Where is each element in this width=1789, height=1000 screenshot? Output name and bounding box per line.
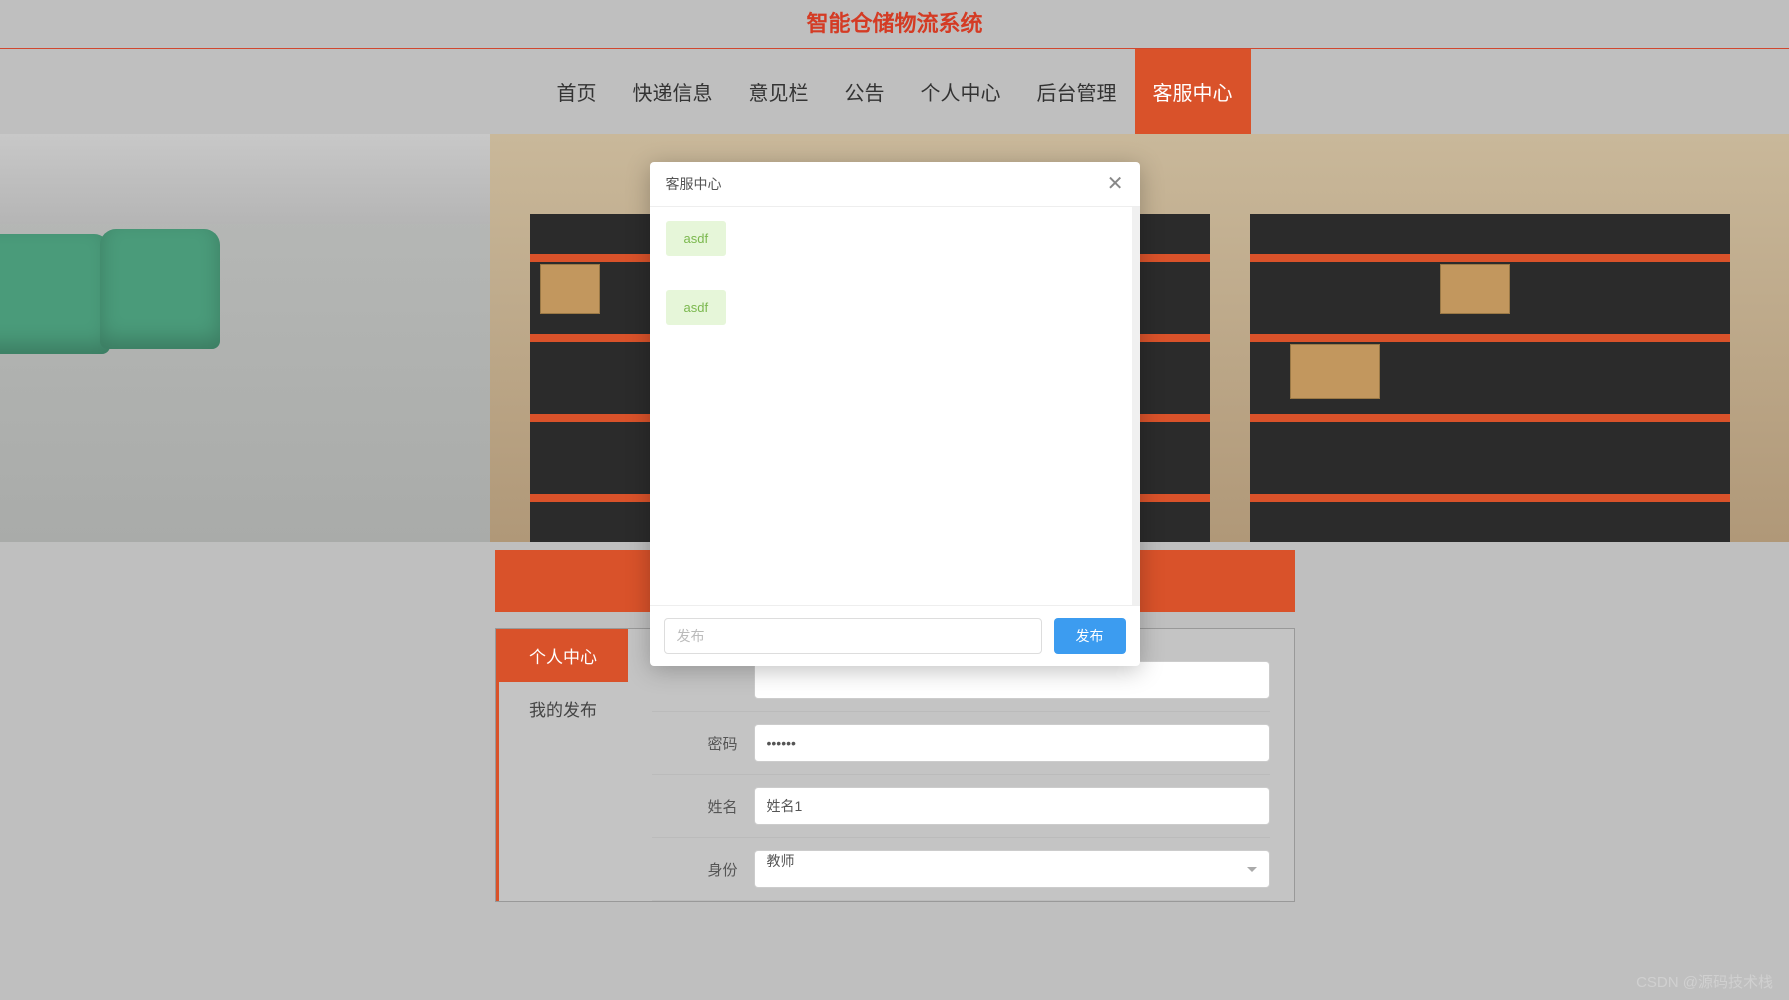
chat-modal: 客服中心 ✕ asdf asdf 发布 [650, 162, 1140, 666]
scrollbar[interactable] [1132, 207, 1140, 605]
send-button[interactable]: 发布 [1054, 618, 1126, 654]
modal-overlay: 客服中心 ✕ asdf asdf 发布 [0, 0, 1789, 1000]
chat-message: asdf [666, 221, 727, 256]
chat-body: asdf asdf [650, 207, 1140, 605]
chat-input[interactable] [664, 618, 1042, 654]
modal-title: 客服中心 [666, 174, 722, 194]
close-icon[interactable]: ✕ [1107, 174, 1124, 194]
watermark: CSDN @源码技术栈 [1636, 971, 1773, 992]
chat-message: asdf [666, 290, 727, 325]
